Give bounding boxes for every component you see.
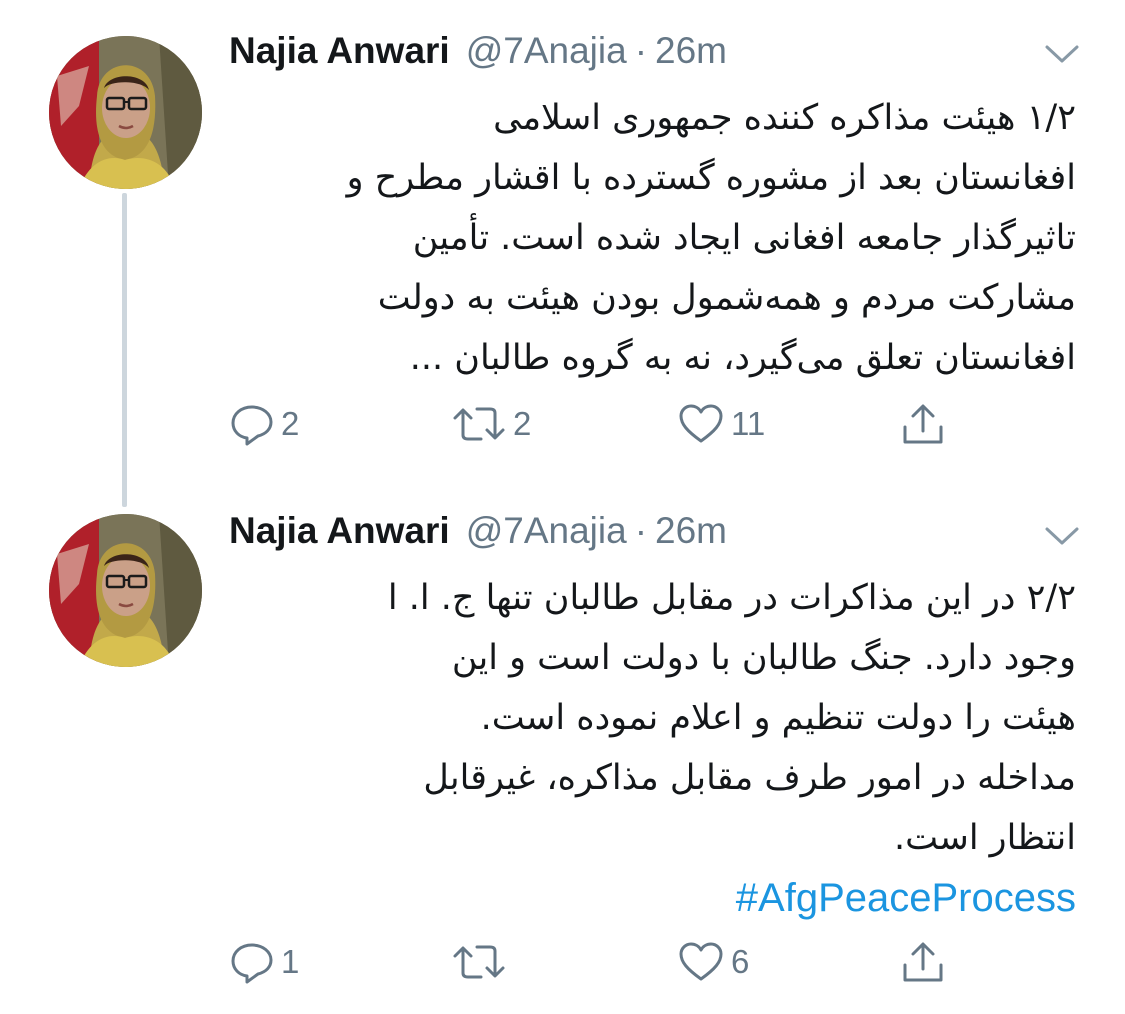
- chevron-down-icon: [1045, 527, 1079, 545]
- avatar[interactable]: [49, 36, 202, 189]
- retweet-icon: [453, 407, 505, 441]
- like-button[interactable]: 11: [677, 398, 765, 450]
- reply-count: 2: [281, 405, 300, 442]
- tweet-text-line: ۱/۲ هیئت مذاکره کننده جمهوری اسلامی: [493, 98, 1076, 138]
- heart-icon: [679, 942, 723, 981]
- tweet[interactable]: Najia Anwari @7Anajia · 26m ۲/۲ در این م…: [0, 500, 1125, 1014]
- tweet-header: Najia Anwari @7Anajia · 26m: [229, 30, 727, 80]
- tweet-header: Najia Anwari @7Anajia · 26m: [229, 510, 727, 560]
- author-handle[interactable]: @7Anajia: [466, 30, 627, 72]
- separator-dot: ·: [634, 30, 648, 71]
- tweet-text-line: تاثیرگذار جامعه افغانی ایجاد شده است. تأ…: [412, 218, 1076, 258]
- tweet-menu-button[interactable]: [1044, 42, 1080, 66]
- tweet-text-line: افغانستان تعلق می‌گیرد، نه به گروه طالبا…: [409, 338, 1076, 378]
- avatar[interactable]: [49, 514, 202, 667]
- tweet[interactable]: Najia Anwari @7Anajia · 26m ۱/۲ هیئت مذا…: [0, 0, 1125, 500]
- retweet-button[interactable]: [451, 936, 513, 988]
- share-icon: [903, 404, 943, 444]
- tweet-text-line: ۲/۲ در این مذاکرات در مقابل طالبان تنها …: [387, 578, 1076, 618]
- tweet-actions: 2 2 11: [229, 398, 989, 450]
- timestamp[interactable]: 26m: [655, 30, 727, 72]
- tweet-text-line: وجود دارد. جنگ طالبان با دولت است و این: [451, 638, 1076, 678]
- share-button[interactable]: [900, 398, 946, 450]
- tweet-text-line: هیئت را دولت تنظیم و اعلام نموده است.: [480, 698, 1076, 738]
- tweet-actions: 1 6: [229, 936, 989, 988]
- reply-icon: [231, 943, 273, 984]
- retweet-button[interactable]: 2: [451, 398, 531, 450]
- share-icon: [903, 942, 943, 982]
- heart-icon: [679, 404, 723, 443]
- tweet-text: ۱/۲ هیئت مذاکره کننده جمهوری اسلامی افغا…: [229, 88, 1076, 388]
- like-count: 11: [731, 405, 766, 442]
- like-count: 6: [731, 943, 750, 980]
- reply-icon: [231, 405, 273, 446]
- like-button[interactable]: 6: [677, 936, 749, 988]
- tweet-menu-button[interactable]: [1044, 524, 1080, 548]
- reply-button[interactable]: 2: [229, 398, 299, 450]
- author-name[interactable]: Najia Anwari: [229, 30, 450, 72]
- timestamp[interactable]: 26m: [655, 510, 727, 552]
- chevron-down-icon: [1045, 45, 1079, 63]
- tweet-text-line: افغانستان بعد از مشوره گسترده با اقشار م…: [346, 158, 1076, 198]
- hashtag-link[interactable]: #AfgPeaceProcess: [229, 868, 1076, 928]
- tweet-text-line: مداخله در امور طرف مقابل مذاکره، غیرقابل: [423, 758, 1076, 798]
- retweet-count: 2: [513, 405, 532, 442]
- avatar-image: [49, 36, 202, 189]
- retweet-icon: [453, 945, 505, 979]
- reply-button[interactable]: 1: [229, 936, 299, 988]
- tweet-text-line: مشارکت مردم و همه‌شمول بودن هیئت به دولت: [377, 278, 1076, 318]
- tweet-text: ۲/۲ در این مذاکرات در مقابل طالبان تنها …: [229, 568, 1076, 928]
- avatar-image: [49, 514, 202, 667]
- tweet-text-line: انتظار است.: [894, 818, 1076, 858]
- separator-dot: ·: [634, 510, 648, 551]
- author-handle[interactable]: @7Anajia: [466, 510, 627, 552]
- author-name[interactable]: Najia Anwari: [229, 510, 450, 552]
- reply-count: 1: [281, 943, 300, 980]
- share-button[interactable]: [900, 936, 946, 988]
